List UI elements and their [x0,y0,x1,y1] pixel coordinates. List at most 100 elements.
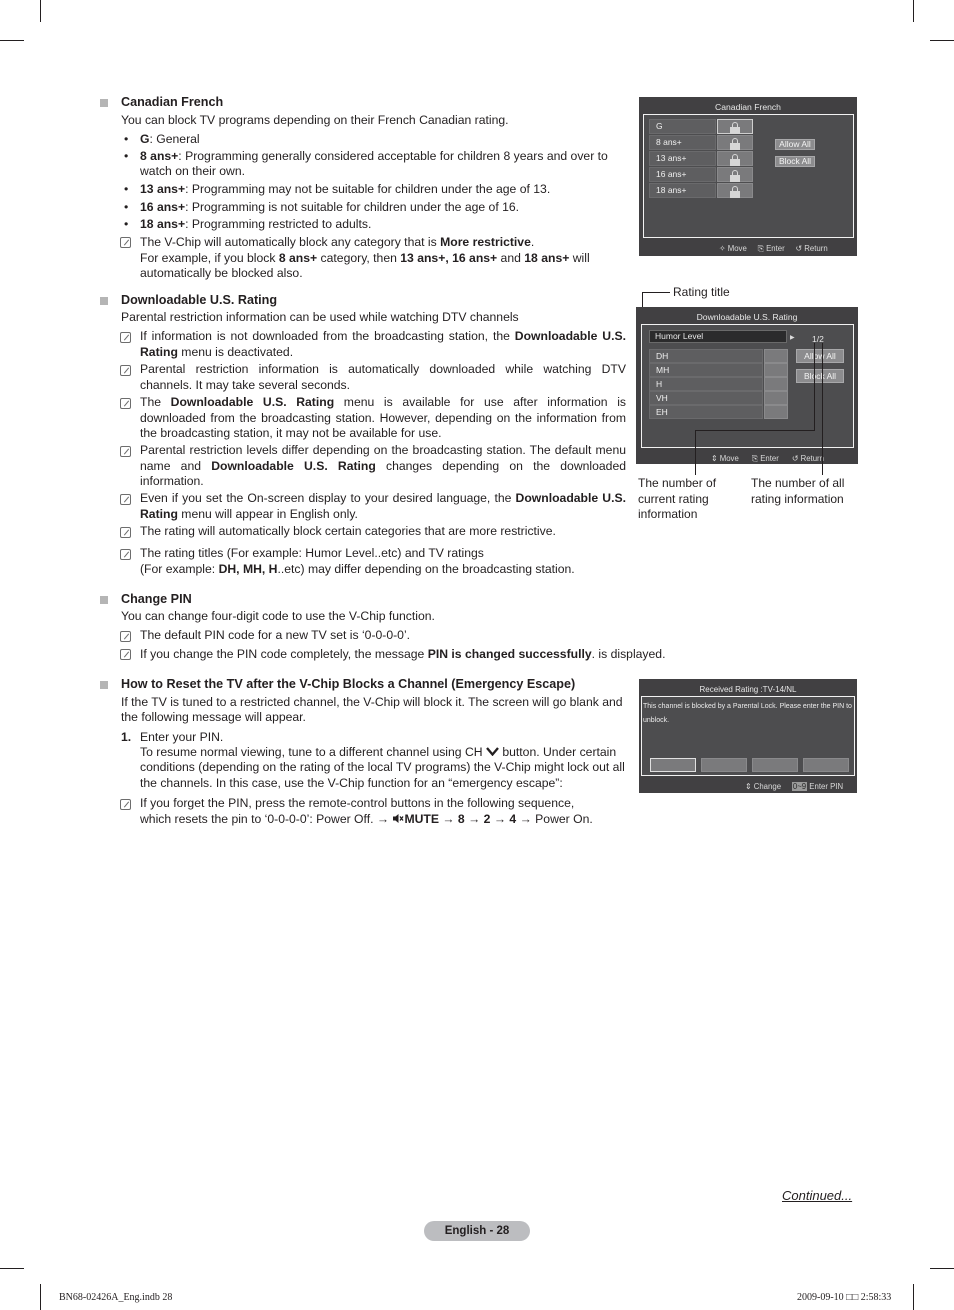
section-intro: Parental restriction information can be … [121,310,519,324]
rating-lock-toggle[interactable] [764,391,788,405]
section-bullet-square [100,681,108,689]
callout-line [695,430,696,475]
screen-panel: G 8 ans+ 13 ans+ 16 ans+ 18 ans+ Allow A… [643,114,854,238]
rating-row-label[interactable]: H [649,377,763,391]
rating-row-label[interactable]: 13 ans+ [649,151,716,166]
pin-digit-field[interactable] [752,758,798,772]
updown-icon: ⇕ [745,782,752,791]
return-icon: ↺ [791,454,799,463]
bullet-dot: • [124,200,129,214]
allow-all-button[interactable]: Allow All [775,139,815,150]
callout-line [814,343,815,431]
rating-lock-toggle[interactable] [717,151,753,166]
rating-lock-toggle[interactable] [764,349,788,363]
screen-footer: ⇕ Change 0~9 Enter PIN [745,782,844,791]
page-number: English - 28 [424,1221,530,1241]
tv-screen-canadian-french: Canadian French G 8 ans+ 13 ans+ 16 ans+… [639,97,857,256]
note-text: The default PIN code for a new TV set is… [140,628,411,642]
section-title: Change PIN [121,592,192,606]
bullet-dot: • [124,182,129,196]
rating-row-label[interactable]: MH [649,363,763,377]
rating-lock-toggle[interactable] [764,377,788,391]
note-icon [120,398,131,409]
rating-lock-toggle[interactable] [717,183,753,198]
pin-digit-field[interactable] [803,758,849,772]
rating-row-label[interactable]: 18 ans+ [649,183,716,198]
block-all-button[interactable]: Block All [775,156,815,167]
rating-lock-toggle[interactable] [717,135,753,150]
crop-mark [40,1284,41,1310]
bullet-item: 13 ans+: Programming may not be suitable… [140,182,551,196]
enter-icon: ⎘ [751,454,759,463]
pin-digit-field[interactable] [701,758,747,772]
note-text: Parental restriction information is auto… [140,362,626,392]
unlock-icon [730,122,740,134]
bullet-item: 8 ans+: Programming generally considered… [140,149,608,163]
step-number: 1. [121,730,132,744]
note-icon [120,799,131,810]
blocked-message: This channel is blocked by a Parental Lo… [643,703,852,724]
section-intro: You can block TV programs depending on t… [121,113,509,127]
bullet-dot: • [124,149,129,163]
section-canadian-french: Canadian French You can block TV program… [100,95,630,285]
crop-mark [930,1268,954,1269]
note-icon [120,631,131,642]
callout-line [642,292,670,293]
rating-row-label[interactable]: DH [649,349,763,363]
crop-mark [0,1268,24,1269]
allow-all-button[interactable]: Allow All [796,349,844,363]
callout-all-rating: The number of all rating information [751,476,845,506]
section-title: How to Reset the TV after the V-Chip Blo… [121,677,576,691]
section-intro: If the TV is tuned to a restricted chann… [121,695,623,709]
block-all-button[interactable]: Block All [796,369,844,383]
rating-row-label[interactable]: VH [649,391,763,405]
callout-line [822,343,823,475]
section-downloadable-us-rating: Downloadable U.S. Rating Parental restri… [100,293,630,583]
rating-lock-toggle[interactable] [717,167,753,182]
rating-title-field[interactable]: Humor Level [649,330,787,343]
crop-mark [913,0,914,22]
note-icon [120,332,131,343]
crop-mark [0,40,24,41]
note-text: Even if you set the On-screen display to… [140,491,626,521]
note-text: The V-Chip will automatically block any … [140,235,590,280]
rating-row-label[interactable]: 16 ans+ [649,167,716,182]
bullet-item: 16 ans+: Programming is not suitable for… [140,200,520,214]
rating-lock-toggle[interactable] [764,405,788,419]
note-icon [120,549,131,560]
note-text: If information is not downloaded from th… [140,329,627,359]
note-icon [120,237,131,248]
section-intro: the following message will appear. [121,710,306,724]
bullet-item: G: General [140,132,200,146]
move-icon: ✧ [719,244,726,253]
note-text: The Downloadable U.S. Rating menu is ava… [140,395,627,440]
bullet-dot: • [124,132,129,146]
note-text: If you change the PIN code completely, t… [140,647,666,661]
note-icon [120,446,131,457]
section-bullet-square [100,99,108,107]
unlock-icon [730,138,740,150]
rating-lock-toggle[interactable] [764,363,788,377]
note-icon [120,365,131,376]
crop-mark [930,40,954,41]
section-change-pin: Change PIN You can change four-digit cod… [100,592,700,667]
channel-down-icon [486,747,499,757]
rating-row-label[interactable]: G [649,119,716,134]
section-bullet-square [100,596,108,604]
note-text: If you forget the PIN, press the remote-… [140,796,593,826]
pin-digit-field[interactable] [650,758,696,772]
note-icon [120,527,131,538]
note-icon [120,649,131,660]
continued-link: Continued... [782,1188,853,1203]
section-title: Downloadable U.S. Rating [121,293,278,307]
rating-row-label[interactable]: EH [649,405,763,419]
rating-row-label[interactable]: 8 ans+ [649,135,716,150]
note-text: The rating titles (For example: Humor Le… [140,546,575,576]
section-bullet-square [100,297,108,305]
screen-footer: ✧ Move ⎘ Enter ↺ Return [719,244,828,253]
arrow-right-icon[interactable]: ▶ [790,331,795,347]
tv-screen-downloadable-us-rating: Downloadable U.S. Rating Humor Level ▶ 1… [636,307,858,464]
rating-lock-toggle[interactable] [717,119,753,134]
crop-mark [913,1284,914,1310]
mute-icon [393,814,404,823]
